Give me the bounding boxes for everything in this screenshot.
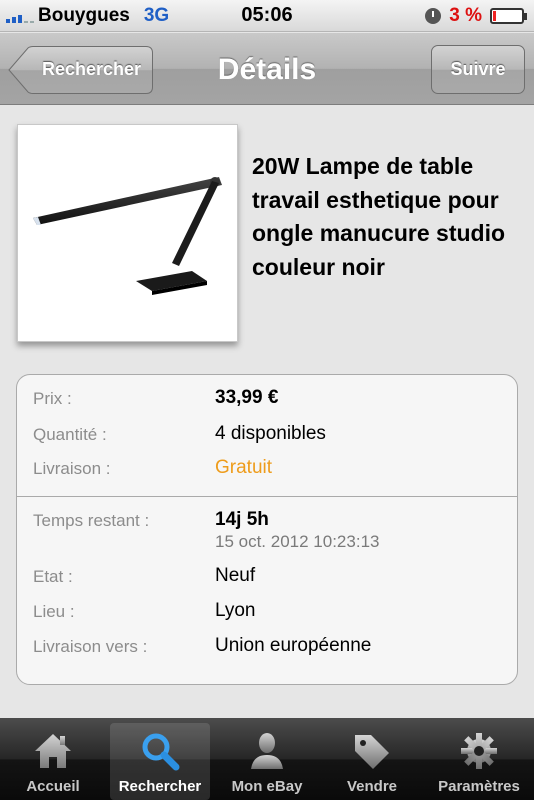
alarm-icon <box>425 8 442 24</box>
quantity-value: 4 disponibles <box>215 423 326 444</box>
tab-label: Accueil <box>26 778 80 795</box>
tab-bar: Accueil Rechercher Mon eBay Vendre Param… <box>0 718 534 800</box>
tab-parametres[interactable]: Paramètres <box>426 723 532 800</box>
home-icon <box>35 734 71 768</box>
tab-mon-ebay[interactable]: Mon eBay <box>214 723 320 800</box>
battery-icon <box>490 8 527 24</box>
tag-icon <box>355 735 389 769</box>
time-left-label: Temps restant : <box>33 511 150 530</box>
ships-to-label: Livraison vers : <box>33 637 148 656</box>
gear-icon <box>461 733 497 769</box>
person-icon <box>251 733 283 769</box>
shipping-value: Gratuit <box>215 457 273 478</box>
search-icon <box>142 733 180 771</box>
shipping-label: Livraison : <box>33 459 111 478</box>
battery-percent: 3 % <box>449 5 482 26</box>
tab-accueil[interactable]: Accueil <box>4 723 102 800</box>
price-label: Prix : <box>33 389 72 408</box>
tab-label: Paramètres <box>438 778 520 795</box>
tab-label: Rechercher <box>118 778 202 795</box>
follow-button[interactable]: Suivre <box>431 45 525 94</box>
condition-label: Etat : <box>33 567 73 586</box>
quantity-label: Quantité : <box>33 425 107 444</box>
desk-lamp-image <box>19 163 236 303</box>
time-left-value: 14j 5h <box>215 509 269 530</box>
item-details-card: Prix : 33,99 € Quantité : 4 disponibles … <box>16 374 518 685</box>
section-divider <box>17 496 517 497</box>
location-label: Lieu : <box>33 602 75 621</box>
ships-to-value: Union européenne <box>215 635 372 656</box>
condition-value: Neuf <box>215 565 256 586</box>
price-value: 33,99 € <box>215 387 279 408</box>
end-date: 15 oct. 2012 10:23:13 <box>215 532 380 551</box>
product-image[interactable] <box>17 124 238 342</box>
product-title: 20W Lampe de table travail esthetique po… <box>252 153 506 280</box>
location-value: Lyon <box>215 600 256 621</box>
status-bar: Bouygues 3G 05:06 3 % <box>0 0 534 32</box>
tab-rechercher[interactable]: Rechercher <box>110 723 210 800</box>
tab-label: Mon eBay <box>231 778 303 795</box>
tab-label: Vendre <box>346 778 398 795</box>
tab-vendre[interactable]: Vendre <box>322 723 422 800</box>
navigation-bar: Rechercher Détails Suivre <box>0 33 534 105</box>
